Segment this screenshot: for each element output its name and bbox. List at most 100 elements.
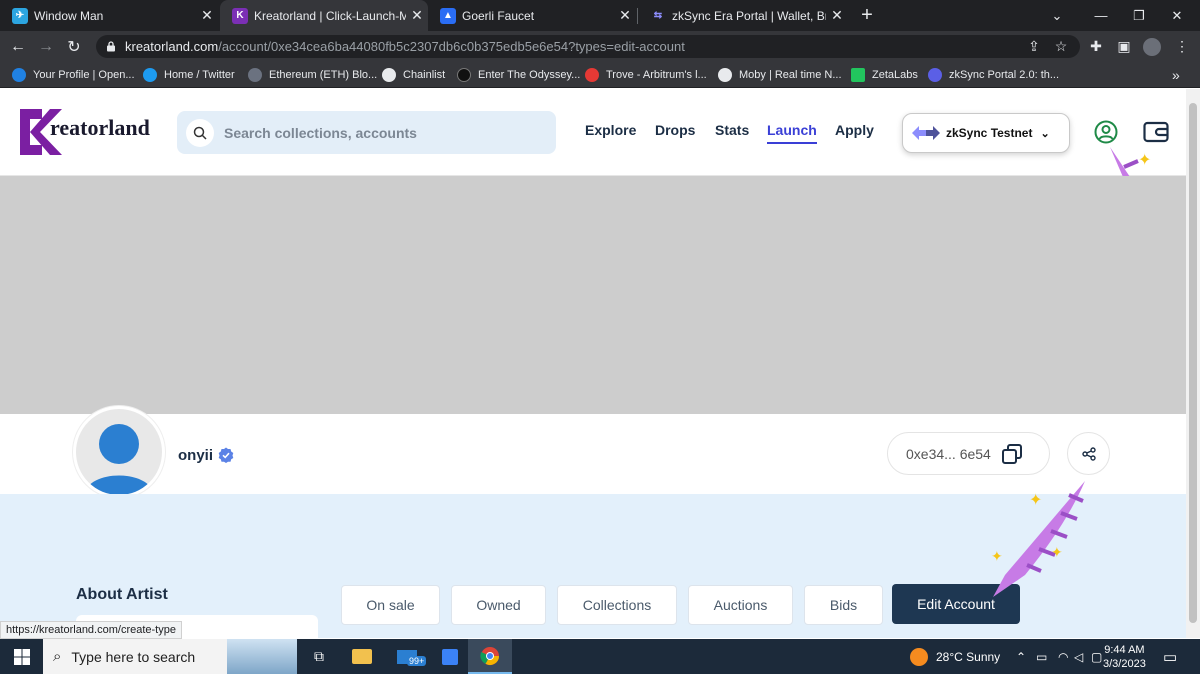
close-tab-icon[interactable]: ✕	[196, 7, 218, 24]
nav-stats[interactable]: Stats	[715, 122, 749, 138]
kreatorland-k-icon	[20, 109, 62, 155]
weather-text: 28°C Sunny	[936, 649, 1001, 664]
etherscan-icon	[248, 68, 262, 82]
mail-icon[interactable]: 99+	[385, 639, 429, 674]
wifi-icon[interactable]: ◠	[1058, 639, 1068, 674]
clock-time: 9:44 AM	[1104, 643, 1145, 656]
tab-kreatorland[interactable]: K Kreatorland | Click-Launch-Mint N ✕	[220, 0, 428, 31]
meet-now-icon[interactable]: ▢	[1091, 639, 1102, 674]
kreatorland-logo[interactable]: reatorland	[20, 109, 150, 155]
clock-date: 3/3/2023	[1103, 657, 1146, 670]
bookmark-label: Trove - Arbitrum's l...	[606, 69, 707, 81]
nav-launch[interactable]: Launch	[767, 122, 817, 144]
profile-avatar-icon[interactable]	[1140, 31, 1164, 62]
tab-auctions[interactable]: Auctions	[688, 585, 793, 625]
close-tab-icon[interactable]: ✕	[826, 7, 848, 24]
bookmark-zksync-portal[interactable]: zkSync Portal 2.0: th...	[928, 62, 1059, 88]
profile-username: onyii	[178, 447, 214, 464]
tab-bids[interactable]: Bids	[804, 585, 883, 625]
close-tab-icon[interactable]: ✕	[614, 7, 636, 24]
chrome-icon[interactable]	[468, 639, 512, 674]
zksync-favicon-icon: ⇆	[653, 10, 663, 21]
nav-drops[interactable]: Drops	[655, 122, 695, 138]
bookmark-chainlist[interactable]: Chainlist	[382, 62, 445, 88]
more-bookmarks-icon[interactable]: »	[1172, 62, 1180, 88]
copy-icon[interactable]	[1001, 443, 1023, 465]
tab-zksync-portal[interactable]: ⇆ zkSync Era Portal | Wallet, Bridge ✕	[638, 0, 848, 31]
bookmark-twitter[interactable]: Home / Twitter	[143, 62, 235, 88]
network-selector[interactable]: zkSync Testnet ⌄	[902, 113, 1070, 153]
opensea-icon	[12, 68, 26, 82]
show-hidden-icons-icon[interactable]: ⌃	[1016, 639, 1026, 674]
globe-icon	[382, 68, 396, 82]
store-icon[interactable]	[428, 639, 472, 674]
network-name: zkSync Testnet	[946, 126, 1033, 140]
web-page: reatorland Explore Drops Stats Launch Ap…	[0, 89, 1186, 638]
alchemy-favicon-icon: ▲	[440, 7, 456, 24]
bookmark-etherscan[interactable]: Ethereum (ETH) Blo...	[248, 62, 377, 88]
file-explorer-icon[interactable]	[340, 639, 384, 674]
bookmark-label: Moby | Real time N...	[739, 69, 842, 81]
side-panel-icon[interactable]: ▣	[1112, 31, 1136, 62]
scrollbar-thumb[interactable]	[1189, 103, 1197, 623]
chevron-down-icon: ⌄	[1040, 127, 1050, 140]
trove-icon	[585, 68, 599, 82]
nav-explore[interactable]: Explore	[585, 122, 636, 138]
bookmark-odyssey[interactable]: Enter The Odyssey...	[457, 62, 580, 88]
battery-icon[interactable]: ▭	[1036, 639, 1047, 674]
search-input[interactable]	[224, 124, 524, 141]
bookmark-trove[interactable]: Trove - Arbitrum's l...	[585, 62, 707, 88]
bookmark-moby[interactable]: Moby | Real time N...	[718, 62, 842, 88]
clock[interactable]: 9:44 AM 3/3/2023	[1103, 639, 1146, 674]
back-arrow-icon[interactable]: ←	[4, 31, 32, 62]
taskbar-search-box[interactable]: ⌕ Type here to search	[43, 639, 297, 674]
twitter-icon	[143, 68, 157, 82]
menu-dots-icon[interactable]: ⋮	[1170, 31, 1194, 62]
mail-badge: 99+	[407, 656, 427, 666]
share-page-icon[interactable]: ⇪	[1022, 31, 1046, 62]
close-tab-icon[interactable]: ✕	[406, 7, 428, 24]
nav-apply[interactable]: Apply	[835, 122, 874, 138]
bookmark-label: Home / Twitter	[164, 69, 235, 81]
telegram-icon: ✈	[12, 7, 28, 24]
zksync-icon	[928, 68, 942, 82]
share-button[interactable]	[1067, 432, 1110, 475]
extensions-icon[interactable]: ✚	[1084, 31, 1108, 62]
link-status-bubble: https://kreatorland.com/create-type	[0, 621, 182, 639]
reload-icon[interactable]: ↻	[60, 31, 88, 62]
new-tab-button[interactable]: +	[852, 0, 882, 31]
zetalabs-icon	[851, 68, 865, 82]
zksync-logo-icon	[912, 126, 940, 140]
volume-icon[interactable]: ◁	[1074, 639, 1083, 674]
search-icon	[186, 118, 214, 147]
tab-on-sale[interactable]: On sale	[341, 585, 440, 625]
bookmark-zetalabs[interactable]: ZetaLabs	[851, 62, 918, 88]
search-icon: ⌕	[53, 648, 62, 665]
windows-start-icon[interactable]	[0, 639, 44, 674]
tab-goerli-faucet[interactable]: ▲ Goerli Faucet ✕	[428, 0, 636, 31]
tab-owned[interactable]: Owned	[451, 585, 546, 625]
odyssey-icon	[457, 68, 471, 82]
tab-title: Goerli Faucet	[462, 8, 535, 23]
bookmark-opensea[interactable]: Your Profile | Open...	[12, 62, 135, 88]
kreatorland-favicon-icon: K	[232, 7, 248, 24]
page-scrollbar[interactable]	[1186, 89, 1200, 638]
bookmark-star-icon[interactable]: ☆	[1049, 31, 1073, 62]
tab-collections[interactable]: Collections	[557, 585, 677, 625]
tab-window-man[interactable]: ✈ Window Man ✕	[0, 0, 218, 31]
notifications-icon[interactable]: ▭	[1163, 639, 1177, 674]
bookmark-label: ZetaLabs	[872, 69, 918, 81]
svg-text:✦: ✦	[1051, 544, 1063, 560]
logo-text: reatorland	[50, 115, 150, 140]
forward-arrow-icon[interactable]: →	[32, 31, 60, 62]
site-search-bar[interactable]	[177, 111, 556, 154]
tab-title: zkSync Era Portal | Wallet, Bridge	[672, 8, 826, 23]
weather-widget[interactable]: 28°C Sunny	[910, 639, 1000, 674]
close-window-icon[interactable]: ✕	[1154, 0, 1200, 31]
task-view-icon[interactable]: ⧉	[297, 639, 341, 674]
svg-text:✦: ✦	[1138, 152, 1151, 169]
sun-icon	[910, 647, 928, 666]
wallet-address-pill[interactable]: 0xe34... 6e54	[887, 432, 1050, 475]
tab-search-chevron-icon[interactable]: ⌄	[1034, 0, 1080, 31]
address-bar[interactable]: kreatorland.com/account/0xe34cea6ba44080…	[96, 35, 1080, 58]
